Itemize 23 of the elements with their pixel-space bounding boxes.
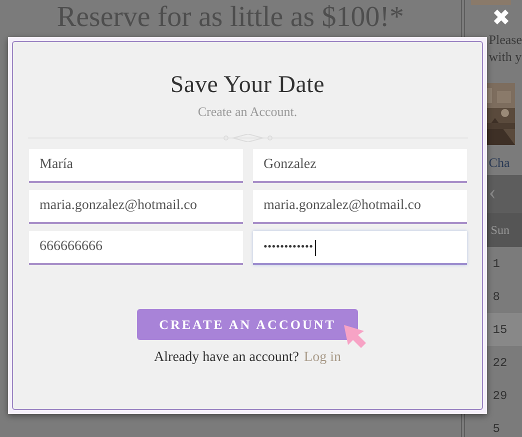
login-prompt: Already have an account?: [154, 350, 300, 366]
modal-subtitle: Create an Account.: [198, 104, 298, 120]
input-field[interactable]: maria.gonzalez@hotmail.co: [28, 190, 242, 224]
sidebar-text: Please: [488, 31, 522, 48]
modal-title: Save Your Date: [170, 71, 325, 100]
weekday-label: Sun: [490, 222, 510, 238]
input-field[interactable]: Gonzalez: [252, 149, 466, 183]
create-account-button[interactable]: CREATE AN ACCOUNT: [137, 309, 358, 340]
calendar-day[interactable]: 29: [492, 388, 508, 402]
input-field[interactable]: 666666666: [28, 231, 242, 265]
close-button[interactable]: ✖: [492, 8, 510, 30]
cursor-icon: [342, 323, 368, 349]
calendar-day[interactable]: 22: [492, 356, 508, 370]
calendar-link[interactable]: Cha: [488, 155, 510, 171]
login-link[interactable]: Log in: [304, 350, 341, 366]
calendar-day[interactable]: 5: [492, 422, 500, 436]
input-field[interactable]: maria.gonzalez@hotmail.co: [252, 190, 466, 224]
input-field[interactable]: María: [28, 149, 242, 183]
calendar-day[interactable]: 1: [492, 256, 500, 270]
calendar-day[interactable]: 8: [492, 290, 500, 304]
input-field[interactable]: ••••••••••••: [252, 231, 466, 265]
sidebar-text: with y: [488, 48, 522, 65]
calendar-day[interactable]: 15: [492, 322, 508, 336]
